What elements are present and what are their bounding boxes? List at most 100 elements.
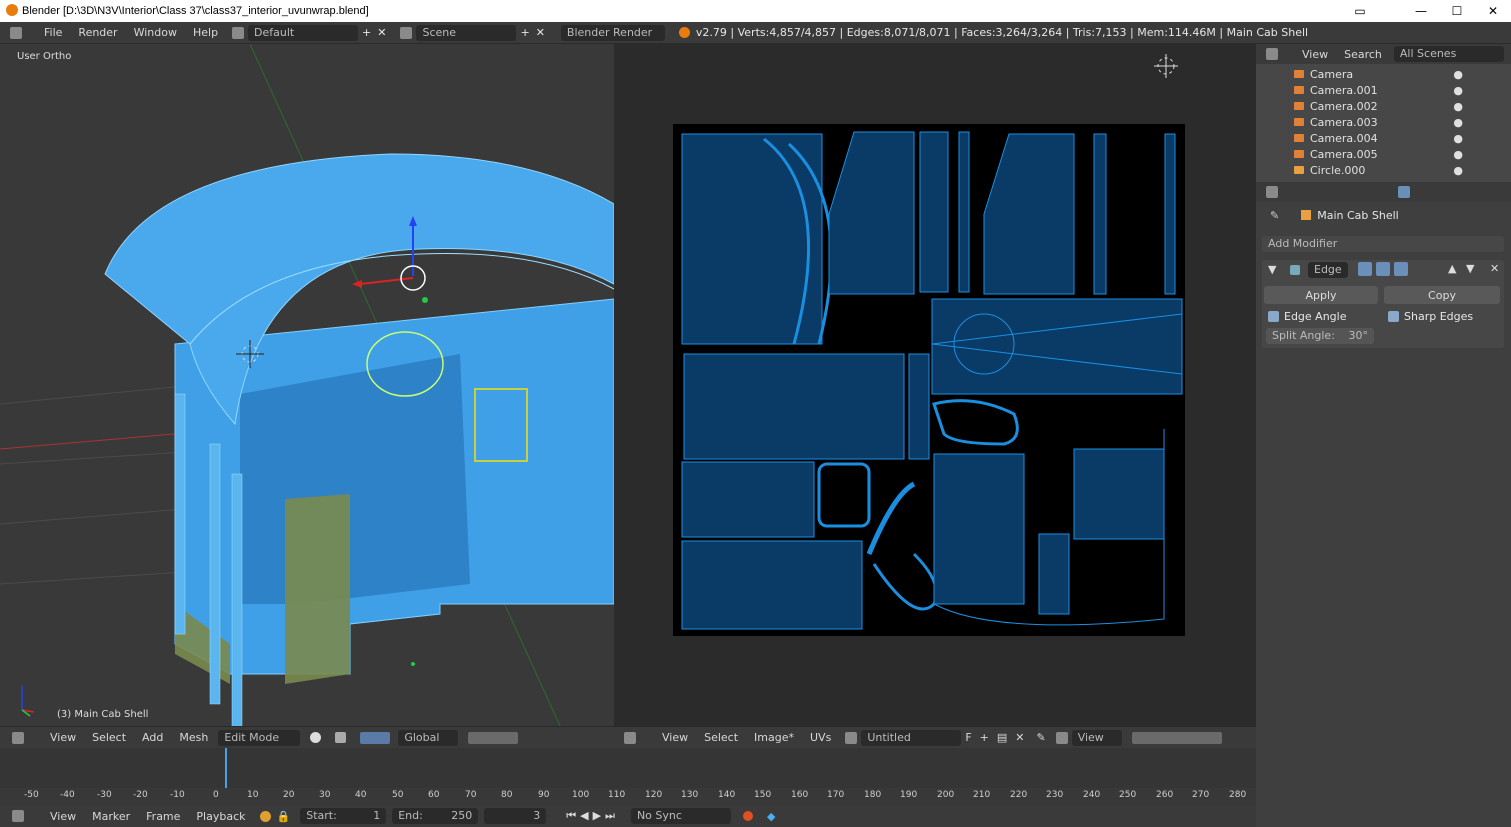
layout-select[interactable]: Default	[248, 24, 359, 41]
current-frame-field[interactable]: 3	[484, 808, 547, 824]
current-frame-line[interactable]	[225, 748, 227, 788]
mode-select[interactable]: Edit Mode	[218, 729, 301, 746]
render-engine-select[interactable]: Blender Render	[560, 24, 665, 41]
image-fake-user-flag[interactable]: F	[965, 731, 971, 744]
viewport-editor-icon[interactable]	[12, 731, 24, 744]
visibility-eye-icon[interactable]: ●	[1453, 100, 1463, 113]
scene-select[interactable]: Scene	[416, 24, 517, 41]
record-icon[interactable]	[259, 810, 271, 822]
remove-modifier-icon[interactable]: ✕	[1490, 262, 1499, 275]
uv-menu-select[interactable]: Select	[696, 731, 746, 744]
uv-menu-uvs[interactable]: UVs	[802, 731, 839, 744]
shading-icon[interactable]	[310, 732, 322, 743]
unlink-image-icon[interactable]: ✕	[1015, 731, 1024, 744]
render-toggle-icon[interactable]	[1358, 262, 1372, 276]
outliner-item-circle-000[interactable]: Circle.000 ●	[1256, 162, 1511, 178]
visibility-eye-icon[interactable]: ●	[1453, 116, 1463, 129]
close-button[interactable]: ✕	[1475, 0, 1511, 22]
outliner-item-camera[interactable]: Camera ●	[1256, 66, 1511, 82]
sharp-edges-checkbox[interactable]: Sharp Edges	[1388, 310, 1473, 323]
image-name-field[interactable]: Untitled	[861, 729, 962, 746]
vp-menu-mesh[interactable]: Mesh	[171, 731, 216, 744]
vp-menu-view[interactable]: View	[42, 731, 84, 744]
restore-icon[interactable]: ▭	[1342, 0, 1378, 22]
uv-menu-view[interactable]: View	[654, 731, 696, 744]
outliner-editor-icon[interactable]	[1266, 48, 1278, 60]
timeline-editor-icon[interactable]	[12, 810, 24, 822]
image-browse-icon[interactable]	[845, 731, 858, 744]
open-image-icon[interactable]: ▤	[997, 731, 1007, 744]
pin-icon[interactable]: ✎	[1270, 209, 1279, 222]
viewport-toggle-icon[interactable]	[1376, 262, 1390, 276]
auto-key-icon[interactable]	[742, 811, 753, 821]
manipulator-icon[interactable]	[360, 731, 391, 744]
tl-menu-playback[interactable]: Playback	[188, 810, 253, 823]
tl-menu-frame[interactable]: Frame	[138, 810, 188, 823]
uv-view-icon[interactable]	[1055, 731, 1068, 744]
outliner-item-camera-004[interactable]: Camera.004 ●	[1256, 130, 1511, 146]
outliner-menu-view[interactable]: View	[1294, 48, 1336, 61]
minimize-button[interactable]: —	[1403, 0, 1439, 22]
modifier-name-field[interactable]: Edge	[1308, 262, 1348, 278]
properties-editor-icon[interactable]	[1266, 186, 1278, 198]
add-modifier-select[interactable]: Add Modifier	[1262, 236, 1504, 252]
menu-file[interactable]: File	[36, 26, 70, 39]
uv-view-select[interactable]: View	[1071, 729, 1122, 746]
playback-controls[interactable]: ⏮◀▶⏭	[566, 809, 619, 823]
maximize-button[interactable]: ☐	[1439, 0, 1475, 22]
pivot-icon[interactable]	[335, 732, 347, 743]
remove-scene-icon[interactable]: ✕	[536, 26, 545, 39]
remove-layout-icon[interactable]: ✕	[377, 26, 386, 39]
outliner-item-camera-005[interactable]: Camera.005 ●	[1256, 146, 1511, 162]
add-scene-icon[interactable]: +	[520, 26, 529, 39]
outliner-item-camera-001[interactable]: Camera.001 ●	[1256, 82, 1511, 98]
copy-button[interactable]: Copy	[1384, 286, 1500, 304]
sync-select[interactable]: No Sync	[630, 808, 731, 824]
tl-menu-marker[interactable]: Marker	[84, 810, 138, 823]
new-image-icon[interactable]: +	[980, 731, 989, 744]
lock-icon[interactable]: 🔒	[277, 810, 291, 823]
menu-help[interactable]: Help	[185, 26, 226, 39]
end-frame-field[interactable]: End: 250	[392, 808, 479, 824]
3d-viewport[interactable]: User Ortho (3) Main Cab Shell	[0, 44, 614, 726]
outliner-item-camera-003[interactable]: Camera.003 ●	[1256, 114, 1511, 130]
orientation-select[interactable]: Global	[398, 729, 459, 746]
uv-editor-icon[interactable]	[624, 731, 636, 744]
properties-editor[interactable]: ✎ Main Cab Shell Add Modifier ▼ Edge ▲ ▼…	[1256, 182, 1511, 726]
visibility-eye-icon[interactable]: ●	[1453, 148, 1463, 161]
select-mode-icon[interactable]	[468, 731, 519, 744]
pin-icon[interactable]: ✎	[1036, 731, 1045, 744]
uv-tools-icon[interactable]	[1131, 731, 1222, 744]
uv-menu-image[interactable]: Image*	[746, 731, 802, 744]
visibility-eye-icon[interactable]: ●	[1453, 164, 1463, 177]
visibility-eye-icon[interactable]: ●	[1453, 68, 1463, 81]
tick: 50	[392, 790, 404, 800]
visibility-eye-icon[interactable]: ●	[1453, 132, 1463, 145]
timeline[interactable]: -50 -40 -30 -20 -10 0 10 20 30 40 50 60 …	[0, 748, 1256, 805]
scene-icon[interactable]	[400, 26, 413, 39]
move-up-icon[interactable]: ▲	[1448, 262, 1456, 275]
edge-angle-checkbox[interactable]: Edge Angle	[1268, 310, 1346, 323]
wrench-tab-icon[interactable]	[1398, 186, 1410, 198]
uv-image-editor[interactable]	[614, 44, 1256, 726]
editor-type-icon[interactable]	[10, 26, 22, 39]
keyframe-icon[interactable]: ◆	[767, 810, 775, 823]
editmode-toggle-icon[interactable]	[1394, 262, 1408, 276]
menu-window[interactable]: Window	[126, 26, 185, 39]
outliner-menu-search[interactable]: Search	[1336, 48, 1390, 61]
outliner[interactable]: View Search All Scenes Camera ● Camera.00…	[1256, 44, 1511, 182]
split-angle-field[interactable]: Split Angle: 30°	[1266, 328, 1374, 344]
start-frame-field[interactable]: Start: 1	[300, 808, 387, 824]
menu-render[interactable]: Render	[70, 26, 125, 39]
add-layout-icon[interactable]: +	[362, 26, 371, 39]
outliner-item-camera-002[interactable]: Camera.002 ●	[1256, 98, 1511, 114]
collapse-arrow-icon[interactable]: ▼	[1268, 263, 1276, 276]
apply-button[interactable]: Apply	[1264, 286, 1378, 304]
visibility-eye-icon[interactable]: ●	[1453, 84, 1463, 97]
vp-menu-add[interactable]: Add	[134, 731, 171, 744]
move-down-icon[interactable]: ▼	[1466, 262, 1474, 275]
outliner-filter-select[interactable]: All Scenes	[1393, 46, 1504, 62]
tl-menu-view[interactable]: View	[42, 810, 84, 823]
vp-menu-select[interactable]: Select	[84, 731, 134, 744]
layout-icon[interactable]	[232, 26, 245, 39]
